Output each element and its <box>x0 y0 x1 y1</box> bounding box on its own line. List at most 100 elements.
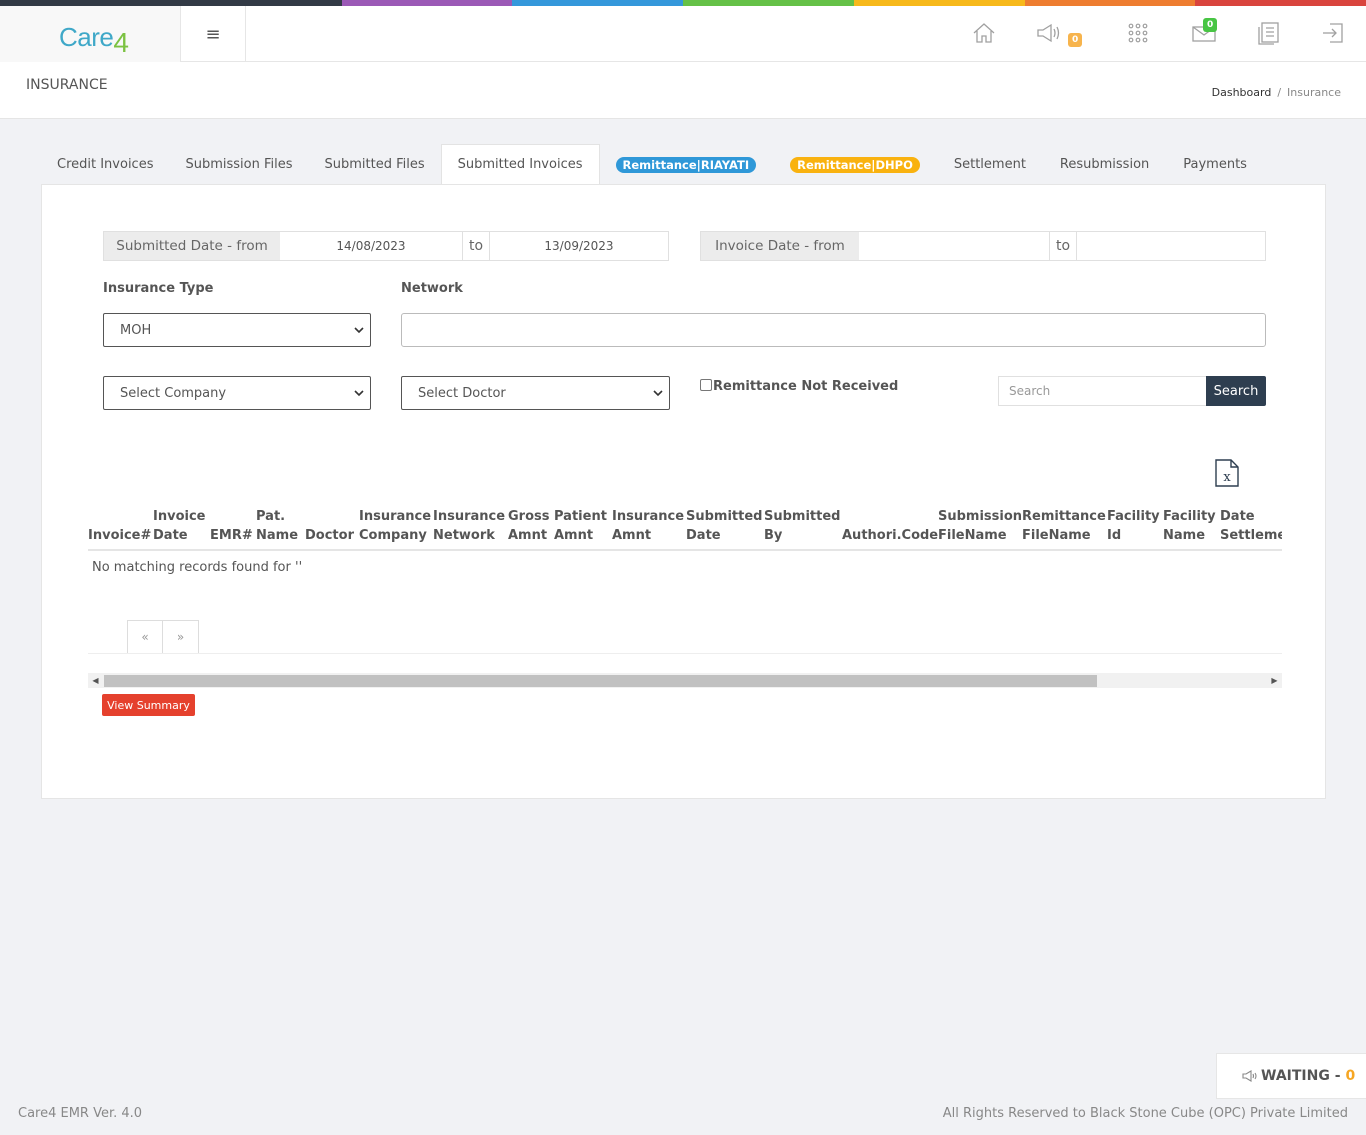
column-header[interactable]: Gross Amnt <box>508 509 550 545</box>
export-excel-button[interactable]: x <box>1214 459 1240 487</box>
column-header-text: Name <box>256 528 299 543</box>
submitted-date-to-input[interactable]: 13/09/2023 <box>490 232 668 260</box>
column-header[interactable]: Facility Name <box>1163 509 1216 545</box>
column-header[interactable]: Date Settlement <box>1220 509 1282 545</box>
empty-table-message: No matching records found for '' <box>92 560 303 575</box>
column-header[interactable]: Remittance FileName <box>1022 509 1106 545</box>
megaphone-icon <box>1242 1070 1257 1082</box>
column-header-text: Invoice# <box>88 528 152 543</box>
home-button[interactable] <box>971 20 997 46</box>
tab-submitted-files[interactable]: Submitted Files <box>309 144 441 185</box>
remittance-riayati-pill: Remittance|RIAYATI <box>615 156 757 173</box>
column-header-text: Submitted <box>686 509 763 524</box>
tab-submitted-invoices[interactable]: Submitted Invoices <box>440 144 600 185</box>
logo-suffix: 4 <box>113 27 129 58</box>
care4-logo[interactable]: Care4 <box>59 21 129 58</box>
column-header[interactable]: Insurance Amnt <box>612 509 684 545</box>
column-header-text: Invoice <box>153 509 206 524</box>
page-title: INSURANCE <box>26 77 108 93</box>
table-horizontal-scrollbar[interactable]: ◀ ▶ <box>88 673 1282 688</box>
footer: Care4 EMR Ver. 4.0 All Rights Reserved t… <box>0 1099 1366 1135</box>
pagination-divider <box>88 653 1282 654</box>
column-header[interactable]: Invoice# <box>88 526 151 545</box>
tab-remittance-riayati[interactable]: Remittance|RIAYATI <box>600 144 773 185</box>
column-header-text: Patient <box>554 509 607 524</box>
column-header[interactable]: Patient Amnt <box>554 509 607 545</box>
apps-grid-icon <box>1128 23 1148 43</box>
waiting-label: WAITING - <box>1261 1068 1341 1084</box>
tab-remittance-dhpo[interactable]: Remittance|DHPO <box>772 144 936 185</box>
tab-payments[interactable]: Payments <box>1165 144 1263 185</box>
column-header[interactable]: Submitted Date <box>686 509 762 545</box>
documents-button[interactable] <box>1256 20 1282 46</box>
column-header-text: FileName <box>1022 528 1091 543</box>
column-header[interactable]: Pat. Name <box>256 509 298 545</box>
column-header-text: Submission <box>938 509 1023 524</box>
column-header-text: Doctor <box>305 528 354 543</box>
column-header[interactable]: Submission FileName <box>938 509 1022 545</box>
breadcrumb-separator: / <box>1277 86 1282 99</box>
scrollbar-thumb[interactable] <box>104 675 1097 687</box>
column-header[interactable]: Doctor <box>305 526 354 545</box>
tab-credit-invoices[interactable]: Credit Invoices <box>41 144 169 185</box>
doctor-select[interactable]: Select Doctor <box>401 376 670 410</box>
excel-file-icon: x <box>1215 459 1239 487</box>
tab-settlement[interactable]: Settlement <box>936 144 1042 185</box>
insurance-tabs: Credit Invoices Submission Files Submitt… <box>41 144 1263 185</box>
invoice-date-to-input[interactable] <box>1077 232 1265 260</box>
chevron-down-icon <box>354 327 364 334</box>
footer-copyright: All Rights Reserved to Black Stone Cube … <box>942 1106 1348 1121</box>
column-header[interactable]: Insurance Company <box>359 509 431 545</box>
home-icon <box>973 23 995 43</box>
invoice-date-from-input[interactable] <box>859 232 1049 260</box>
column-header-text: Date <box>1220 509 1255 524</box>
doctor-select-value: Select Doctor <box>418 385 506 401</box>
messages-button[interactable]: 0 <box>1191 18 1218 46</box>
page-header: INSURANCE Dashboard / Insurance <box>0 62 1366 119</box>
remittance-not-received-checkbox[interactable] <box>700 378 712 391</box>
remittance-not-received-label: Remittance Not Received <box>713 379 899 394</box>
scroll-right-icon[interactable]: ▶ <box>1267 673 1282 688</box>
column-header-text: Insurance <box>359 509 432 524</box>
column-header[interactable]: Authori.Code <box>842 526 938 545</box>
column-header-text: Authori.Code <box>842 528 939 543</box>
tab-resubmission[interactable]: Resubmission <box>1042 144 1165 185</box>
breadcrumb: Dashboard / Insurance <box>1212 86 1341 99</box>
column-header[interactable]: Facility Id <box>1107 509 1160 545</box>
logo-text: Care <box>59 22 114 52</box>
column-header-text: Name <box>1163 528 1206 543</box>
apps-button[interactable] <box>1126 20 1152 46</box>
invoice-date-range: Invoice Date - from to <box>700 231 1266 261</box>
logo-area: Care4 <box>0 6 181 62</box>
tab-submission-files[interactable]: Submission Files <box>169 144 308 185</box>
invoice-date-to-label: to <box>1049 232 1077 260</box>
column-header[interactable]: Invoice Date <box>153 509 205 545</box>
search-input[interactable]: Search <box>998 376 1207 406</box>
view-summary-button[interactable]: View Summary <box>102 694 195 716</box>
column-header[interactable]: EMR# <box>210 526 253 545</box>
waiting-widget[interactable]: WAITING - 0 <box>1216 1053 1366 1099</box>
breadcrumb-dashboard-link[interactable]: Dashboard <box>1212 86 1272 99</box>
pagination-prev-button[interactable]: « <box>127 620 163 654</box>
column-header[interactable]: Submitted By <box>764 509 840 545</box>
column-header-text: Amnt <box>508 528 548 543</box>
menu-toggle-button[interactable]: ≡ <box>181 6 246 62</box>
column-header-text: Remittance <box>1022 509 1106 524</box>
insurance-type-select[interactable]: MOH <box>103 313 371 347</box>
announcements-button[interactable]: 0 <box>1036 20 1083 47</box>
submitted-date-label: Submitted Date - from <box>104 232 280 260</box>
search-button[interactable]: Search <box>1206 376 1266 406</box>
submitted-date-from-input[interactable]: 14/08/2023 <box>280 232 462 260</box>
waiting-count: 0 <box>1345 1068 1356 1084</box>
logout-button[interactable] <box>1320 20 1346 46</box>
submitted-invoices-panel: Submitted Date - from 14/08/2023 to 13/0… <box>41 184 1326 799</box>
column-header[interactable]: Insurance Network <box>433 509 505 545</box>
svg-text:x: x <box>1223 470 1231 485</box>
company-select[interactable]: Select Company <box>103 376 371 410</box>
network-input[interactable] <box>401 313 1266 347</box>
remittance-not-received-option: Remittance Not Received <box>700 378 899 394</box>
pagination: « » <box>127 620 199 654</box>
pagination-next-button[interactable]: » <box>163 620 199 654</box>
submitted-date-to-label: to <box>462 232 490 260</box>
scroll-left-icon[interactable]: ◀ <box>88 673 103 688</box>
